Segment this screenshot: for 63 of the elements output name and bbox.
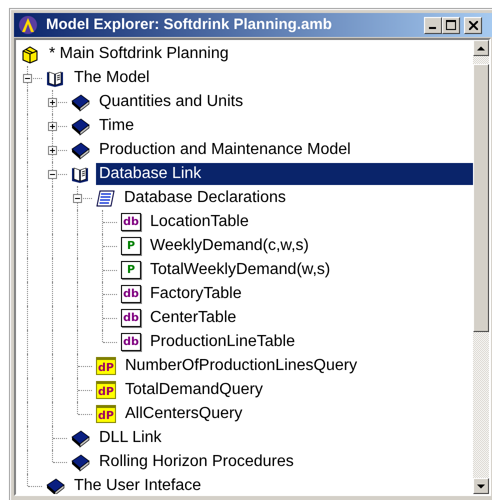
book-icon — [46, 476, 65, 494]
table-icon: db — [121, 333, 141, 351]
tree-item[interactable]: DLL Link — [96, 427, 165, 449]
expand-toggle[interactable] — [48, 98, 57, 107]
down-arrow-icon — [477, 484, 485, 488]
tree-item[interactable]: Database Link — [96, 163, 473, 185]
table-icon: db — [121, 309, 141, 327]
book-icon — [71, 452, 90, 472]
folder-icon: dP — [96, 405, 116, 423]
tree-item[interactable]: TotalWeeklyDemand(w,s) — [147, 259, 334, 281]
plus-icon — [49, 147, 56, 154]
close-button[interactable] — [464, 16, 482, 34]
book-icon — [71, 428, 90, 448]
tree-item[interactable]: * Main Softdrink Planning — [46, 43, 232, 65]
folder-icon: dP — [96, 381, 116, 399]
scroll-icon — [96, 188, 115, 208]
tree-item[interactable]: NumberOfProductionLinesQuery — [122, 355, 360, 377]
package-icon — [21, 44, 40, 64]
tree-item[interactable]: CenterTable — [147, 307, 240, 329]
tree-item[interactable]: FactoryTable — [147, 283, 245, 305]
maximize-icon — [446, 20, 456, 30]
tree-item[interactable]: Database Declarations — [121, 187, 289, 209]
plus-icon — [49, 123, 56, 130]
table-icon: db — [121, 285, 141, 303]
close-icon — [468, 20, 478, 30]
collapse-toggle[interactable] — [48, 170, 57, 179]
table-icon: db — [121, 213, 141, 231]
scroll-down-button[interactable] — [473, 478, 489, 494]
tree-item[interactable]: The Model — [71, 67, 153, 89]
open-book-icon — [71, 164, 90, 184]
scroll-thumb[interactable] — [473, 64, 489, 332]
tree-item[interactable]: Quantities and Units — [96, 91, 246, 113]
book-icon — [71, 140, 90, 160]
minus-icon — [74, 195, 81, 202]
tree-item[interactable]: WeeklyDemand(c,w,s) — [147, 235, 312, 257]
tree-item[interactable]: ProductionLineTable — [147, 331, 298, 353]
book-icon — [71, 92, 90, 112]
folder-icon: dP — [96, 357, 116, 375]
plus-icon — [49, 99, 56, 106]
minus-icon — [24, 75, 31, 82]
tree-item[interactable]: TotalDemandQuery — [122, 379, 266, 401]
up-arrow-icon — [477, 46, 485, 50]
scroll-up-button[interactable] — [473, 40, 489, 56]
app-logo-icon — [18, 15, 38, 35]
tree-item[interactable]: The User Inteface — [71, 475, 204, 494]
maximize-button[interactable] — [442, 16, 460, 34]
book-icon — [71, 116, 90, 136]
minus-icon — [49, 171, 56, 178]
minimize-button[interactable] — [424, 16, 442, 34]
window-title: Model Explorer: Softdrink Planning.amb — [46, 14, 333, 35]
parameter-icon: P — [121, 237, 141, 255]
expand-toggle[interactable] — [48, 146, 57, 155]
tree-item[interactable]: AllCentersQuery — [122, 403, 246, 425]
parameter-icon: P — [121, 261, 141, 279]
scrollbar[interactable] — [473, 40, 489, 494]
tree-item[interactable]: Rolling Horizon Procedures — [96, 451, 297, 473]
collapse-toggle[interactable] — [23, 74, 32, 83]
expand-toggle[interactable] — [48, 122, 57, 131]
open-book-icon — [46, 68, 65, 88]
collapse-toggle[interactable] — [73, 194, 82, 203]
tree-item[interactable]: Time — [96, 115, 137, 137]
tree-item[interactable]: Production and Maintenance Model — [96, 139, 354, 161]
tree-item[interactable]: LocationTable — [147, 211, 252, 233]
